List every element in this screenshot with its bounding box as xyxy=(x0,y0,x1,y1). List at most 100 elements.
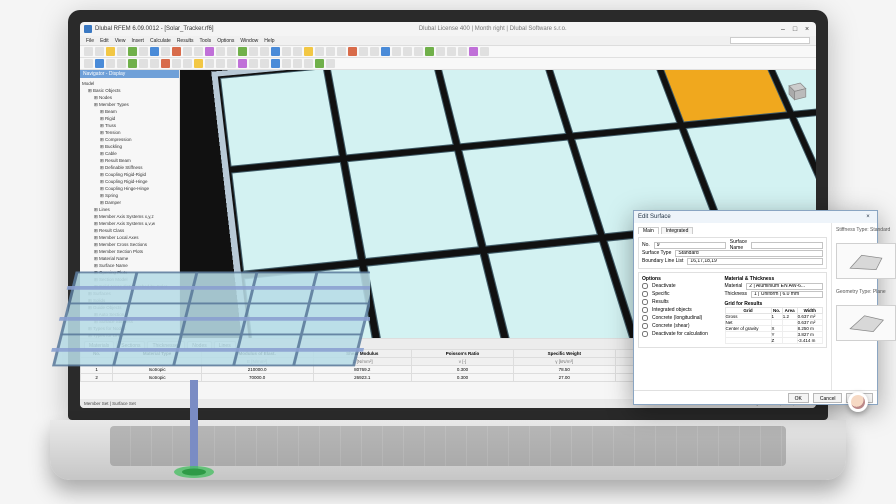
user-avatar[interactable] xyxy=(848,392,868,412)
toolbar-button[interactable] xyxy=(414,47,423,56)
tree-item[interactable]: ⊞ Basic Objects xyxy=(82,87,177,94)
tree-item[interactable]: ⊞ Compression xyxy=(82,136,177,143)
toolbar-button[interactable] xyxy=(227,47,236,56)
menu-item[interactable]: Results xyxy=(177,38,194,44)
tree-item[interactable]: ⊞ Guide Objects xyxy=(82,304,177,311)
table-cell[interactable]: 1 xyxy=(81,366,113,374)
surface-cell[interactable] xyxy=(347,151,479,260)
tree-item[interactable]: ⊞ Solid Areas distinguished by Color xyxy=(82,283,177,290)
bottom-tab[interactable]: Lines xyxy=(214,341,236,349)
column-header[interactable]: Shear Modulus xyxy=(313,350,412,358)
option-checkbox[interactable] xyxy=(642,299,648,305)
option-checkbox[interactable] xyxy=(642,291,648,297)
toolbar-button[interactable] xyxy=(469,47,478,56)
menu-item[interactable]: Edit xyxy=(100,38,109,44)
toolbar-button[interactable] xyxy=(436,47,445,56)
menu-item[interactable]: File xyxy=(86,38,94,44)
tree-item[interactable]: ⊞ Lines xyxy=(82,206,177,213)
toolbar-button[interactable] xyxy=(260,47,269,56)
toolbar-button[interactable] xyxy=(271,59,280,68)
tree-item[interactable]: ⊞ Buckling xyxy=(82,143,177,150)
toolbar-button[interactable] xyxy=(172,47,181,56)
toolbar-button[interactable] xyxy=(128,47,137,56)
surface-cell[interactable] xyxy=(487,241,633,338)
toolbar-button[interactable] xyxy=(293,47,302,56)
toolbar-button[interactable] xyxy=(392,47,401,56)
toolbar-button[interactable] xyxy=(216,47,225,56)
toolbar-button[interactable] xyxy=(238,47,247,56)
close-button[interactable]: × xyxy=(802,24,812,34)
toolbar-button[interactable] xyxy=(161,59,170,68)
toolbar-button[interactable] xyxy=(249,47,258,56)
menu-item[interactable]: Insert xyxy=(131,38,144,44)
surface-cell[interactable] xyxy=(220,70,340,167)
table-cell[interactable]: 0.300 xyxy=(412,374,514,382)
tree-item[interactable]: ⊞ Member Axis Systems u,v,w xyxy=(82,220,177,227)
tree-item[interactable]: ⊞ Section Model xyxy=(82,276,177,283)
boundary-lines-input[interactable] xyxy=(687,258,823,265)
tree-item[interactable]: ⊞ Truss xyxy=(82,122,177,129)
table-cell[interactable]: 78.50 xyxy=(514,366,616,374)
tree-item[interactable]: ⊞ Coupling Hinge-Hinge xyxy=(82,185,177,192)
table-cell[interactable]: 0.300 xyxy=(412,366,514,374)
toolbar-button[interactable] xyxy=(271,47,280,56)
toolbar-button[interactable] xyxy=(95,59,104,68)
navigator-tree[interactable]: Model⊞ Basic Objects⊞ Nodes⊞ Member Type… xyxy=(80,78,179,338)
toolbar-button[interactable] xyxy=(205,59,214,68)
tree-item[interactable]: ⊞ Coupling Rigid-Rigid xyxy=(82,171,177,178)
tree-item[interactable]: ⊞ Types for Nodes xyxy=(82,325,177,332)
material-select[interactable] xyxy=(746,283,823,290)
toolbar-button[interactable] xyxy=(425,47,434,56)
table-cell[interactable]: 2 xyxy=(81,374,113,382)
tree-item[interactable]: ⊞ Material Name xyxy=(82,255,177,262)
toolbar-button[interactable] xyxy=(150,59,159,68)
toolbar-button[interactable] xyxy=(282,59,291,68)
toolbar-button[interactable] xyxy=(238,59,247,68)
tree-item[interactable]: ⊞ Damper xyxy=(82,199,177,206)
menu-item[interactable]: Options xyxy=(217,38,234,44)
option-checkbox[interactable] xyxy=(642,307,648,313)
column-header[interactable]: Modulus of Elast. xyxy=(201,350,313,358)
dialog-titlebar[interactable]: Edit Surface × xyxy=(634,211,877,223)
toolbar-button[interactable] xyxy=(304,47,313,56)
bottom-tab[interactable]: Sections xyxy=(116,341,145,349)
toolbar-button[interactable] xyxy=(348,47,357,56)
toolbar-button[interactable] xyxy=(194,59,203,68)
toolbar-button[interactable] xyxy=(381,47,390,56)
toolbar-button[interactable] xyxy=(337,47,346,56)
toolbar-button[interactable] xyxy=(480,47,489,56)
toolbar-button[interactable] xyxy=(205,47,214,56)
toolbar-button[interactable] xyxy=(183,59,192,68)
table-cell[interactable]: 210000.0 xyxy=(201,366,313,374)
tree-item[interactable]: ⊞ Tension xyxy=(82,129,177,136)
surface-no-input[interactable] xyxy=(654,242,726,249)
surface-cell[interactable] xyxy=(244,266,380,338)
tree-item[interactable]: ⊞ Result Class xyxy=(82,227,177,234)
toolbar-button[interactable] xyxy=(304,59,313,68)
surface-cell[interactable] xyxy=(366,254,507,338)
column-header[interactable]: Material Type xyxy=(113,350,201,358)
toolbar-button[interactable] xyxy=(447,47,456,56)
toolbar-button[interactable] xyxy=(84,59,93,68)
toolbar-button[interactable] xyxy=(216,59,225,68)
toolbar-button[interactable] xyxy=(161,47,170,56)
toolbar-button[interactable] xyxy=(139,47,148,56)
toolbar-button[interactable] xyxy=(150,47,159,56)
tree-item[interactable]: ⊞ Auto Section xyxy=(82,311,177,318)
table-cell[interactable]: 26923.1 xyxy=(313,374,412,382)
tree-item[interactable]: ⊞ Cable xyxy=(82,150,177,157)
tree-item[interactable]: ⊞ Member Cross Sections xyxy=(82,241,177,248)
toolbar-button[interactable] xyxy=(359,47,368,56)
cancel-button[interactable]: Cancel xyxy=(813,393,843,403)
toolbar-button[interactable] xyxy=(172,59,181,68)
toolbar-button[interactable] xyxy=(315,59,324,68)
tree-item[interactable]: ⊞ Result Beam xyxy=(82,157,177,164)
tree-item[interactable]: ⊞ Member Axis Systems x,y,z xyxy=(82,213,177,220)
toolbar-button[interactable] xyxy=(458,47,467,56)
surface-cell[interactable] xyxy=(461,140,598,247)
toolbar-button[interactable] xyxy=(106,47,115,56)
tree-item[interactable]: ⊞ Rigid xyxy=(82,115,177,122)
column-header[interactable]: Specific Weight xyxy=(514,350,616,358)
toolbar-button[interactable] xyxy=(117,59,126,68)
toolbar-button[interactable] xyxy=(106,59,115,68)
